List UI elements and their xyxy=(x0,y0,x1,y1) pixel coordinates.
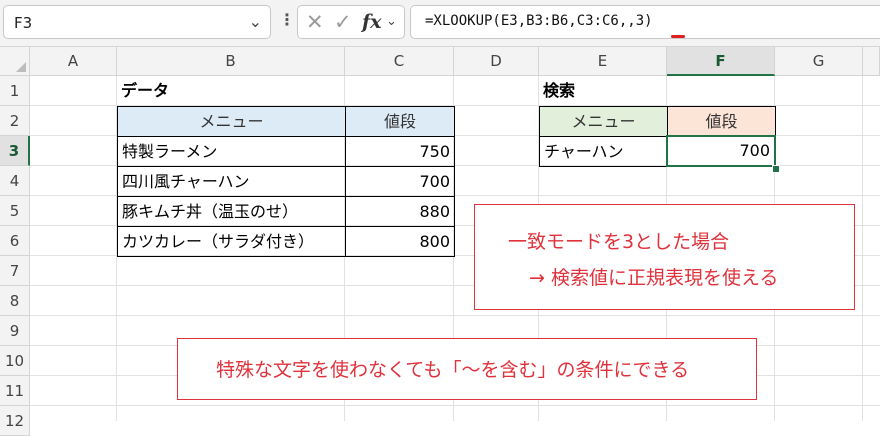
column-header-h[interactable] xyxy=(863,47,880,76)
active-cell-f3[interactable]: 700 xyxy=(666,135,776,167)
gridline xyxy=(30,315,880,316)
row-header-2[interactable]: 2 xyxy=(0,106,30,136)
row-header-8[interactable]: 8 xyxy=(0,286,30,316)
data-table-header-price[interactable]: 値段 xyxy=(345,106,455,137)
data-table-menu-cell[interactable]: 豚キムチ丼（温玉のせ） xyxy=(117,196,346,227)
fill-handle[interactable] xyxy=(772,165,780,173)
row-header-11[interactable]: 11 xyxy=(0,376,30,406)
data-table-menu-cell[interactable]: 四川風チャーハン xyxy=(117,166,346,197)
enter-icon[interactable]: ✓ xyxy=(334,10,352,34)
row-header-5[interactable]: 5 xyxy=(0,196,30,226)
note-callout-text: 特殊な文字を使わなくても「～を含む」の条件にできる xyxy=(216,359,690,381)
name-box-value: F3 xyxy=(14,14,33,32)
search-table-title[interactable]: 検索 xyxy=(539,76,667,106)
formula-bar: F3 ⌄ ⋮ ✕ ✓ fx ⌄ =XLOOKUP(E3,B3:B6,C3:C6,… xyxy=(0,0,880,47)
cancel-icon[interactable]: ✕ xyxy=(306,10,324,34)
note-callout: 特殊な文字を使わなくても「～を含む」の条件にできる xyxy=(177,338,757,400)
search-table-header-menu[interactable]: メニュー xyxy=(539,106,668,137)
gridline xyxy=(30,405,880,406)
formula-actions: ✕ ✓ fx ⌄ xyxy=(297,5,405,39)
data-table-header-menu[interactable]: メニュー xyxy=(117,106,346,137)
mode-callout-line1: 一致モードを3とした場合 xyxy=(508,231,730,253)
argument-underline xyxy=(671,35,685,38)
row-header-12[interactable]: 12 xyxy=(0,406,30,436)
data-table-price-cell[interactable]: 880 xyxy=(345,196,455,227)
row-header-3[interactable]: 3 xyxy=(0,136,30,166)
column-header-a[interactable]: A xyxy=(30,47,117,76)
data-table-menu-cell[interactable]: 特製ラーメン xyxy=(117,136,346,167)
more-options-icon[interactable]: ⋮ xyxy=(279,10,295,29)
column-header-f[interactable]: F xyxy=(667,47,775,76)
mode-callout: 一致モードを3とした場合 → 検索値に正規表現を使える xyxy=(474,204,855,310)
data-table-menu-cell[interactable]: カツカレー（サラダ付き） xyxy=(117,226,346,257)
chevron-down-icon[interactable]: ⌄ xyxy=(386,14,397,29)
data-table-title[interactable]: データ xyxy=(117,76,345,106)
row-header-7[interactable]: 7 xyxy=(0,256,30,286)
column-header-d[interactable]: D xyxy=(454,47,539,76)
row-header-6[interactable]: 6 xyxy=(0,226,30,256)
column-header-g[interactable]: G xyxy=(775,47,863,76)
search-menu-cell[interactable]: チャーハン xyxy=(539,136,668,167)
row-header-1[interactable]: 1 xyxy=(0,76,30,106)
row-header-10[interactable]: 10 xyxy=(0,346,30,376)
formula-input[interactable]: =XLOOKUP(E3,B3:B6,C3:C6,,3) xyxy=(410,5,880,39)
data-table-price-cell[interactable]: 800 xyxy=(345,226,455,257)
column-header-e[interactable]: E xyxy=(539,47,667,76)
column-header-b[interactable]: B xyxy=(117,47,345,76)
row-header-9[interactable]: 9 xyxy=(0,316,30,346)
select-all-button[interactable] xyxy=(0,47,30,76)
formula-text: =XLOOKUP(E3,B3:B6,C3:C6,,3) xyxy=(425,13,653,29)
search-table-header-price[interactable]: 値段 xyxy=(667,106,776,137)
insert-function-icon[interactable]: fx xyxy=(362,11,382,33)
column-header-c[interactable]: C xyxy=(345,47,454,76)
name-box[interactable]: F3 ⌄ xyxy=(3,5,271,39)
chevron-down-icon[interactable]: ⌄ xyxy=(249,12,262,31)
mode-callout-line2: → 検索値に正規表現を使える xyxy=(529,267,779,289)
gridline xyxy=(862,76,863,421)
data-table-price-cell[interactable]: 700 xyxy=(345,166,455,197)
data-table-price-cell[interactable]: 750 xyxy=(345,136,455,167)
row-header-4[interactable]: 4 xyxy=(0,166,30,196)
